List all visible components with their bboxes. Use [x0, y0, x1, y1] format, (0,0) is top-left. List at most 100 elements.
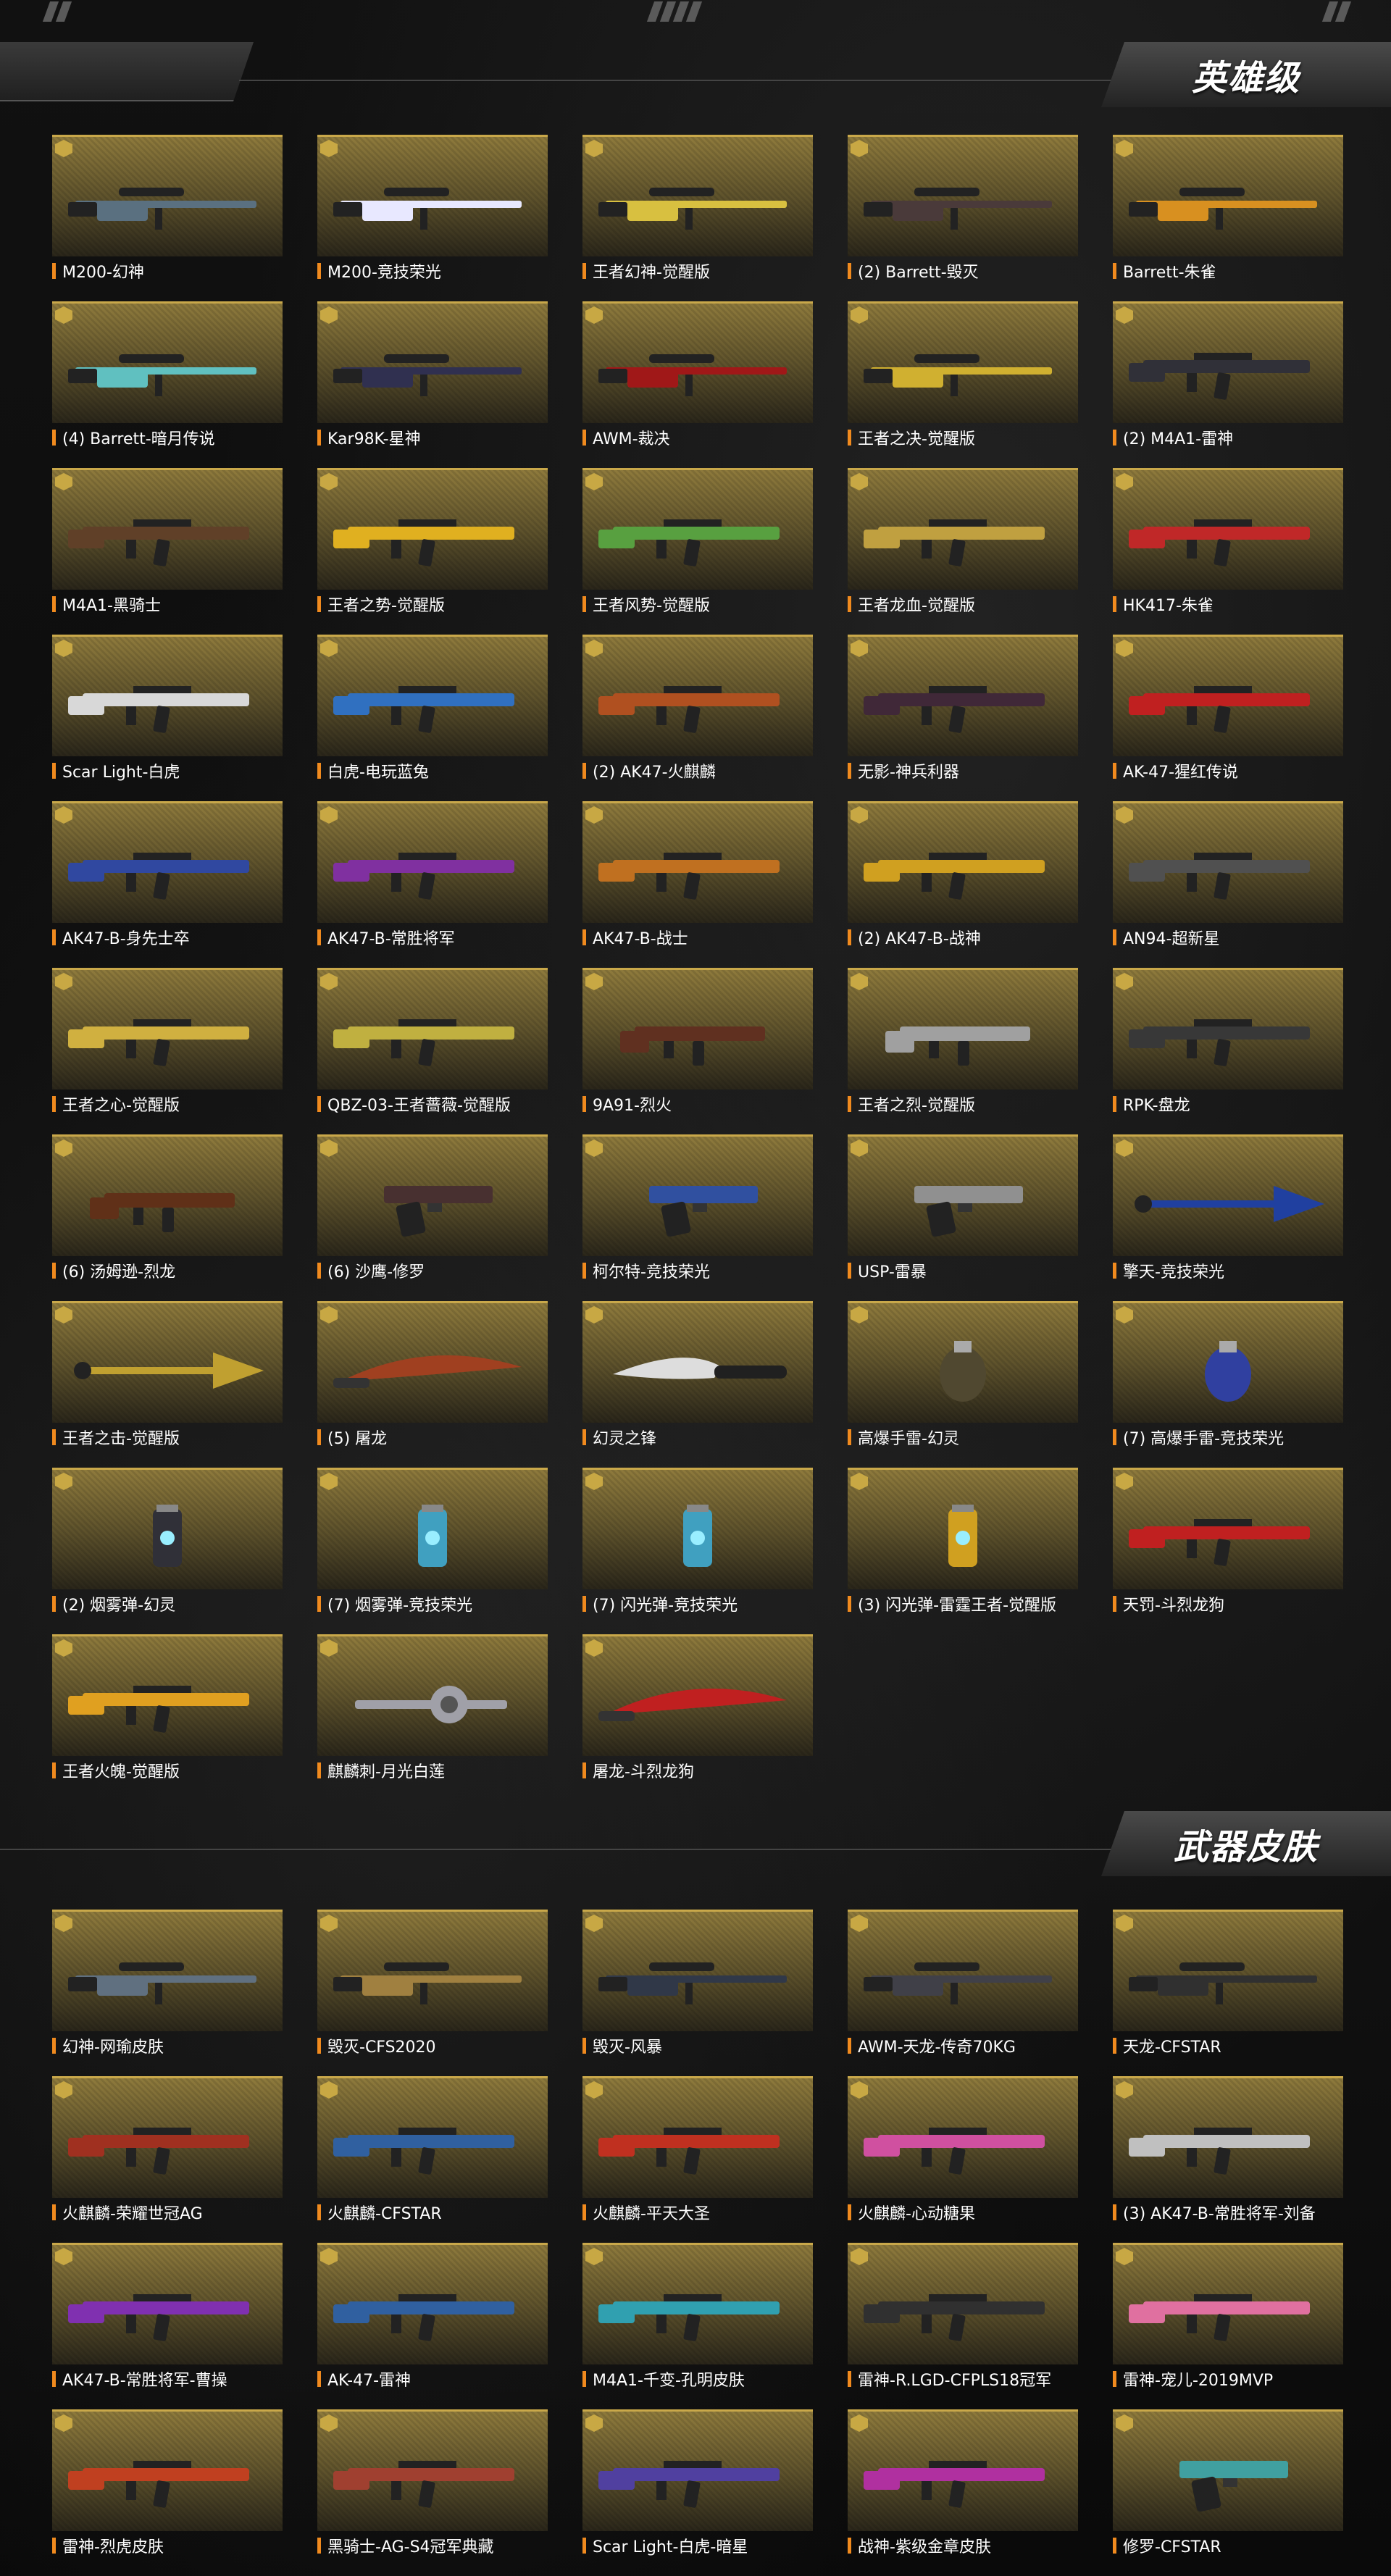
weapon-card[interactable]: M200-竞技荣光	[317, 135, 548, 282]
tier-badge-icon	[1116, 1915, 1133, 1932]
label-accent-bar	[52, 1762, 56, 1778]
weapon-card[interactable]: USP-雷暴	[848, 1134, 1078, 1281]
weapon-card[interactable]: 王者之心-觉醒版	[52, 968, 283, 1115]
weapon-card[interactable]: AN94-超新星	[1113, 801, 1343, 948]
weapon-name: Kar98K-星神	[327, 430, 421, 448]
weapon-card[interactable]: 雷神-宠儿-2019MVP	[1113, 2243, 1343, 2390]
weapon-label: 王者幻神-觉醒版	[582, 262, 813, 282]
weapon-label: M200-竞技荣光	[317, 262, 548, 282]
weapon-card[interactable]: (2) Barrett-毁灭	[848, 135, 1078, 282]
weapon-image	[1113, 801, 1343, 923]
assault-rifle-icon	[68, 1019, 249, 1066]
weapon-card[interactable]: Barrett-朱雀	[1113, 135, 1343, 282]
weapon-card[interactable]: 火麒麟-平天大圣	[582, 2076, 813, 2223]
weapon-skin-grid: 幻神-网瑜皮肤 毁灭-CFS2020 毁灭-风暴 AWM-天龙-传奇70KG 天龙-CF…	[52, 1910, 1356, 2556]
label-accent-bar	[848, 1263, 851, 1279]
weapon-card[interactable]: 毁灭-CFS2020	[317, 1910, 548, 2057]
weapon-card[interactable]: AWM-裁决	[582, 301, 813, 448]
weapon-name: 雷神-烈虎皮肤	[62, 2538, 164, 2556]
weapon-card[interactable]: RPK-盘龙	[1113, 968, 1343, 1115]
weapon-card[interactable]: 王者之烈-觉醒版	[848, 968, 1078, 1115]
weapon-card[interactable]: Kar98K-星神	[317, 301, 548, 448]
weapon-card[interactable]: 9A91-烈火	[582, 968, 813, 1115]
weapon-card[interactable]: AK47-B-战士	[582, 801, 813, 948]
weapon-card[interactable]: 王者之击-觉醒版	[52, 1301, 283, 1448]
weapon-card[interactable]: M200-幻神	[52, 135, 283, 282]
weapon-card[interactable]: 幻神-网瑜皮肤	[52, 1910, 283, 2057]
weapon-card[interactable]: (3) 闪光弹-雷霆王者-觉醒版	[848, 1468, 1078, 1615]
weapon-card[interactable]: (6) 汤姆逊-烈龙	[52, 1134, 283, 1281]
weapon-card[interactable]: 王者风势-觉醒版	[582, 468, 813, 615]
weapon-card[interactable]: 王者火魄-觉醒版	[52, 1634, 283, 1781]
weapon-card[interactable]: M4A1-千变-孔明皮肤	[582, 2243, 813, 2390]
weapon-card[interactable]: AK-47-猩红传说	[1113, 635, 1343, 782]
weapon-card[interactable]: 无影-神兵利器	[848, 635, 1078, 782]
weapon-card[interactable]: (2) AK47-B-战神	[848, 801, 1078, 948]
weapon-card[interactable]: 王者之势-觉醒版	[317, 468, 548, 615]
weapon-card[interactable]: (5) 屠龙	[317, 1301, 548, 1448]
weapon-card[interactable]: 王者之决-觉醒版	[848, 301, 1078, 448]
weapon-card[interactable]: Scar Light-白虎	[52, 635, 283, 782]
weapon-card[interactable]: QBZ-03-王者蔷薇-觉醒版	[317, 968, 548, 1115]
tier-badge-icon	[55, 973, 72, 990]
weapon-image	[317, 968, 548, 1090]
weapon-label: 王者之烈-觉醒版	[848, 1095, 1078, 1115]
label-accent-bar	[1113, 2371, 1116, 2387]
weapon-image	[848, 301, 1078, 423]
weapon-card[interactable]: 幻灵之锋	[582, 1301, 813, 1448]
weapon-card[interactable]: AWM-天龙-传奇70KG	[848, 1910, 1078, 2057]
weapon-card[interactable]: (2) AK47-火麒麟	[582, 635, 813, 782]
weapon-card[interactable]: 战神-紫级金章皮肤	[848, 2409, 1078, 2556]
weapon-card[interactable]: 火麒麟-荣耀世冠AG	[52, 2076, 283, 2223]
label-accent-bar	[582, 2538, 586, 2554]
weapon-card[interactable]: AK47-B-常胜将军-曹操	[52, 2243, 283, 2390]
weapon-card[interactable]: 天龙-CFSTAR	[1113, 1910, 1343, 2057]
weapon-name: 无影-神兵利器	[858, 764, 959, 782]
weapon-label: 王者火魄-觉醒版	[52, 1762, 283, 1781]
weapon-card[interactable]: HK417-朱雀	[1113, 468, 1343, 615]
tier-badge-icon	[585, 140, 603, 157]
weapon-card[interactable]: AK47-B-常胜将军	[317, 801, 548, 948]
weapon-card[interactable]: 擎天-竞技荣光	[1113, 1134, 1343, 1281]
weapon-card[interactable]: (6) 沙鹰-修罗	[317, 1134, 548, 1281]
weapon-card[interactable]: 火麒麟-CFSTAR	[317, 2076, 548, 2223]
label-accent-bar	[582, 1429, 586, 1445]
weapon-card[interactable]: 雷神-烈虎皮肤	[52, 2409, 283, 2556]
label-accent-bar	[582, 1762, 586, 1778]
weapon-card[interactable]: 麒麟刺-月光白莲	[317, 1634, 548, 1781]
weapon-card[interactable]: AK47-B-身先士卒	[52, 801, 283, 948]
tier-badge-icon	[851, 473, 868, 490]
weapon-card[interactable]: 黑骑士-AG-S4冠军典藏	[317, 2409, 548, 2556]
tier-badge-icon	[320, 806, 338, 824]
weapon-card[interactable]: 高爆手雷-幻灵	[848, 1301, 1078, 1448]
weapon-card[interactable]: 毁灭-风暴	[582, 1910, 813, 2057]
weapon-card[interactable]: (7) 高爆手雷-竞技荣光	[1113, 1301, 1343, 1448]
assault-rifle-icon	[68, 2294, 249, 2341]
weapon-card[interactable]: (2) 烟雾弹-幻灵	[52, 1468, 283, 1615]
weapon-name: AK47-B-战士	[593, 930, 688, 948]
weapon-card[interactable]: (4) Barrett-暗月传说	[52, 301, 283, 448]
weapon-card[interactable]: 修罗-CFSTAR	[1113, 2409, 1343, 2556]
weapon-card[interactable]: (3) AK47-B-常胜将军-刘备	[1113, 2076, 1343, 2223]
weapon-card[interactable]: 柯尔特-竞技荣光	[582, 1134, 813, 1281]
section-divider	[239, 80, 1174, 81]
weapon-image	[317, 1301, 548, 1423]
weapon-card[interactable]: (7) 闪光弹-竞技荣光	[582, 1468, 813, 1615]
weapon-card[interactable]: 王者龙血-觉醒版	[848, 468, 1078, 615]
weapon-card[interactable]: AK-47-雷神	[317, 2243, 548, 2390]
weapon-card[interactable]: 屠龙-斗烈龙狗	[582, 1634, 813, 1781]
weapon-image	[317, 2076, 548, 2198]
weapon-card[interactable]: Scar Light-白虎-暗星	[582, 2409, 813, 2556]
tier-badge-icon	[55, 1915, 72, 1932]
label-accent-bar	[52, 763, 56, 779]
weapon-card[interactable]: (7) 烟雾弹-竞技荣光	[317, 1468, 548, 1615]
weapon-card[interactable]: 火麒麟-心动糖果	[848, 2076, 1078, 2223]
tier-badge-icon	[1116, 2414, 1133, 2432]
weapon-card[interactable]: (2) M4A1-雷神	[1113, 301, 1343, 448]
weapon-card[interactable]: 王者幻神-觉醒版	[582, 135, 813, 282]
weapon-card[interactable]: M4A1-黑骑士	[52, 468, 283, 615]
weapon-card[interactable]: 雷神-R.LGD-CFPLS18冠军	[848, 2243, 1078, 2390]
weapon-card[interactable]: 白虎-电玩蓝兔	[317, 635, 548, 782]
weapon-name: (3) AK47-B-常胜将军-刘备	[1123, 2205, 1316, 2223]
weapon-card[interactable]: 天罚-斗烈龙狗	[1113, 1468, 1343, 1615]
